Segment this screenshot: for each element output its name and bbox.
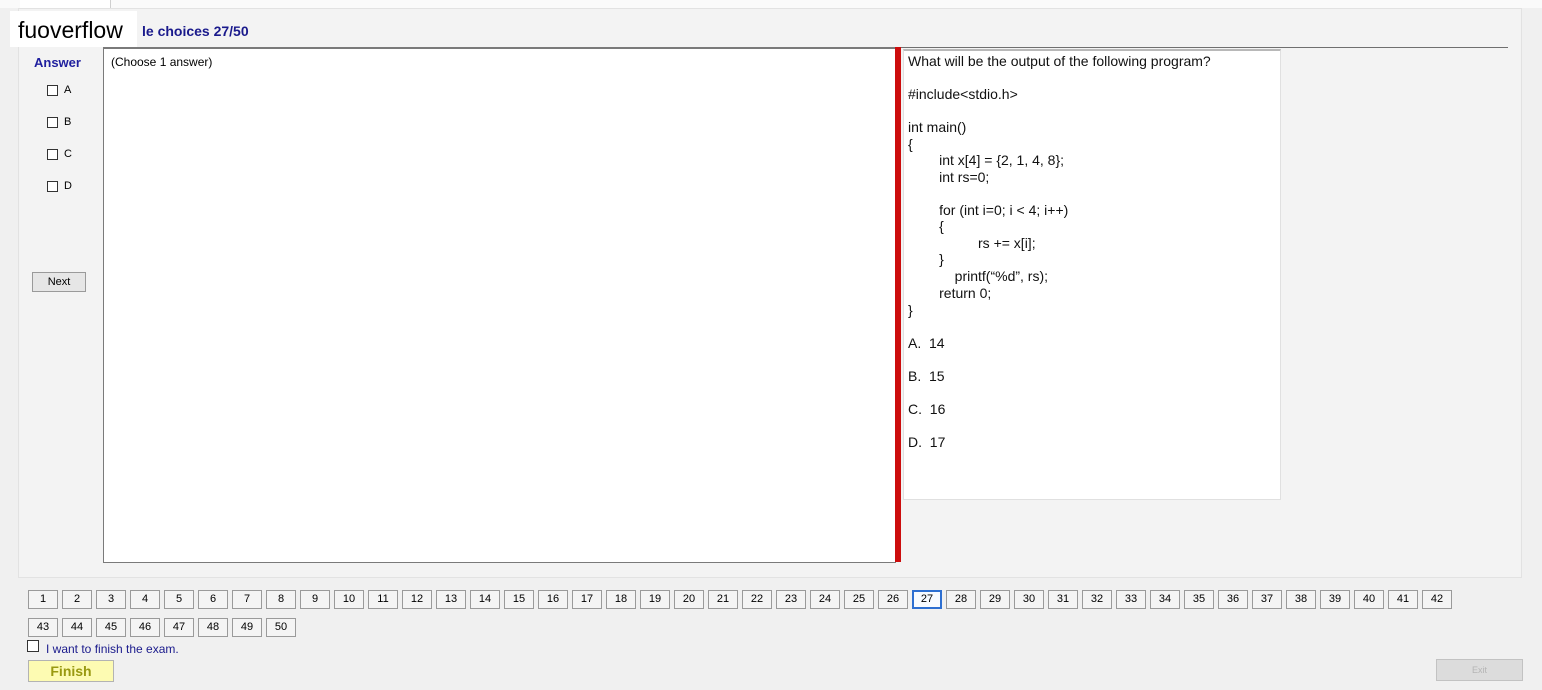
checkbox-d[interactable] [47,180,58,192]
question-nav-button[interactable]: 29 [980,590,1010,609]
question-prompt: What will be the output of the following… [908,53,1211,69]
section-title: le choices 27/50 [142,23,249,39]
question-nav-button[interactable]: 16 [538,590,568,609]
question-nav-button[interactable]: 19 [640,590,670,609]
checkbox-c[interactable] [47,148,58,160]
question-nav-button[interactable]: 36 [1218,590,1248,609]
panel-splitter[interactable] [895,47,901,562]
answer-label: Answer [34,55,81,70]
question-nav-button[interactable]: 21 [708,590,738,609]
question-nav-button[interactable]: 6 [198,590,228,609]
question-nav-button[interactable]: 44 [62,618,92,637]
code-line: } [908,251,944,267]
question-nav-button[interactable]: 17 [572,590,602,609]
question-nav-button[interactable]: 5 [164,590,194,609]
option-label-c: C [64,148,72,160]
question-nav-button[interactable]: 43 [28,618,58,637]
question-nav-button[interactable]: 14 [470,590,500,609]
question-nav-button[interactable]: 39 [1320,590,1350,609]
question-nav-button[interactable]: 27 [912,590,942,609]
question-nav-button[interactable]: 22 [742,590,772,609]
question-nav-button[interactable]: 34 [1150,590,1180,609]
question-nav-button[interactable]: 3 [96,590,126,609]
question-nav-button[interactable]: 35 [1184,590,1214,609]
answer-option-b[interactable]: B [47,115,71,129]
option-label-d: D [64,180,72,192]
question-nav-button[interactable]: 30 [1014,590,1044,609]
code-line: } [908,302,913,318]
checkbox-b[interactable] [47,116,58,128]
panel-top-border [901,47,1508,48]
question-nav-button[interactable]: 38 [1286,590,1316,609]
exit-button[interactable]: Exit [1436,659,1523,681]
code-line: rs += x[i]; [908,235,1036,251]
question-panel: What will be the output of the following… [903,49,1281,500]
question-nav-button[interactable]: 8 [266,590,296,609]
question-nav-button[interactable]: 40 [1354,590,1384,609]
question-nav-button[interactable]: 2 [62,590,92,609]
question-nav-button[interactable]: 24 [810,590,840,609]
watermark: fuoverflow [10,11,137,47]
code-line: int x[4] = {2, 1, 4, 8}; [908,152,1065,168]
question-nav-button[interactable]: 42 [1422,590,1452,609]
code-line: printf(“%d”, rs); [908,268,1049,284]
question-nav-button[interactable]: 33 [1116,590,1146,609]
code-line: #include<stdio.h> [908,86,1018,102]
code-line: { [908,136,913,152]
question-nav-button[interactable]: 18 [606,590,636,609]
question-nav-button[interactable]: 26 [878,590,908,609]
question-nav-button[interactable]: 13 [436,590,466,609]
question-nav-button[interactable]: 28 [946,590,976,609]
answer-option-c[interactable]: C [47,147,72,161]
question-nav-button[interactable]: 7 [232,590,262,609]
choice-b-text: B. 15 [908,368,945,384]
answer-option-d[interactable]: D [47,179,72,193]
question-nav-button[interactable]: 48 [198,618,228,637]
question-nav-button[interactable]: 45 [96,618,126,637]
option-label-b: B [64,116,72,128]
answer-area: (Choose 1 answer) [103,47,896,563]
choice-a-text: A. 14 [908,335,945,351]
choice-d-text: D. 17 [908,434,946,450]
question-nav-button[interactable]: 20 [674,590,704,609]
question-nav-button[interactable]: 11 [368,590,398,609]
question-nav-button[interactable]: 37 [1252,590,1282,609]
next-button[interactable]: Next [32,272,86,292]
finish-exam-label: I want to finish the exam. [46,642,179,656]
choice-c-text: C. 16 [908,401,946,417]
code-line: { [908,218,944,234]
code-line: int main() [908,119,967,135]
question-nav-button[interactable]: 47 [164,618,194,637]
option-label-a: A [64,84,72,96]
question-nav-button[interactable]: 9 [300,590,330,609]
question-nav-button[interactable]: 41 [1388,590,1418,609]
question-nav-button[interactable]: 49 [232,618,262,637]
question-nav-button[interactable]: 1 [28,590,58,609]
question-nav-button[interactable]: 12 [402,590,432,609]
question-nav-button[interactable]: 10 [334,590,364,609]
question-nav-button[interactable]: 4 [130,590,160,609]
top-strip [0,0,1542,8]
question-nav-button[interactable]: 50 [266,618,296,637]
finish-button[interactable]: Finish [28,660,114,682]
choose-hint: (Choose 1 answer) [111,55,213,69]
question-nav-button[interactable]: 31 [1048,590,1078,609]
code-line: for (int i=0; i < 4; i++) [908,202,1069,218]
code-line: return 0; [908,285,992,301]
code-line: int rs=0; [908,169,990,185]
checkbox-a[interactable] [47,84,58,96]
question-nav-button[interactable]: 46 [130,618,160,637]
answer-option-a[interactable]: A [47,83,71,97]
finish-exam-checkbox[interactable] [27,640,39,652]
question-nav-button[interactable]: 25 [844,590,874,609]
question-nav-button[interactable]: 32 [1082,590,1112,609]
question-nav-button[interactable]: 15 [504,590,534,609]
question-nav-button[interactable]: 23 [776,590,806,609]
